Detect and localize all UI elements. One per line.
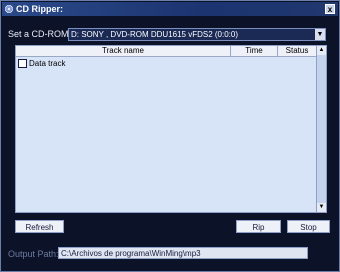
vertical-scrollbar[interactable]: ▲ ▼ (316, 46, 326, 212)
stop-button[interactable]: Stop (287, 220, 330, 233)
track-list[interactable]: Track name Time Status Data track ▲ ▼ (15, 45, 327, 213)
column-track-name[interactable]: Track name (16, 46, 231, 56)
cd-icon (5, 5, 13, 13)
title-bar[interactable]: CD Ripper: x (2, 2, 338, 16)
track-checkbox[interactable] (18, 59, 27, 69)
cdrom-selected-value: D: SONY , DVD-ROM DDU1615 vFDS2 (0:0:0) (71, 30, 239, 39)
rip-button[interactable]: Rip (236, 220, 281, 233)
track-list-header: Track name Time Status (16, 46, 316, 57)
track-name: Data track (29, 59, 66, 68)
chevron-down-icon[interactable]: ▼ (315, 29, 325, 40)
column-time[interactable]: Time (231, 46, 278, 56)
scroll-up-icon[interactable]: ▲ (317, 46, 326, 55)
cd-ripper-window: CD Ripper: x Set a CD-ROM: D: SONY , DVD… (0, 0, 340, 272)
cdrom-select[interactable]: D: SONY , DVD-ROM DDU1615 vFDS2 (0:0:0) … (68, 28, 326, 41)
output-path-field[interactable]: C:\Archivos de programa\WinMing\mp3 (58, 247, 308, 259)
list-item[interactable]: Data track (18, 59, 65, 69)
cdrom-label: Set a CD-ROM: (8, 29, 72, 39)
close-icon[interactable]: x (325, 4, 335, 14)
window-title: CD Ripper: (16, 4, 63, 14)
output-path-label: Output Path: (8, 249, 59, 259)
scroll-down-icon[interactable]: ▼ (317, 203, 326, 212)
column-status[interactable]: Status (278, 46, 316, 56)
refresh-button[interactable]: Refresh (15, 220, 64, 233)
